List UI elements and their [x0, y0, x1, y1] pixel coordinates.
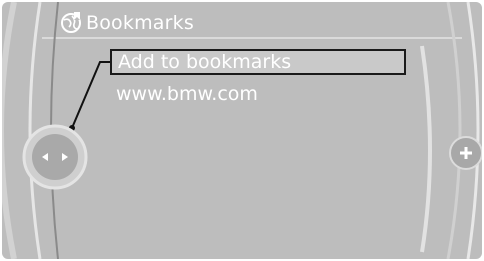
idrive-screen: Bookmarks Add to bookmarks www.bmw.com: [2, 2, 482, 259]
menu-item-label: www.bmw.com: [116, 83, 258, 105]
right-arc-inner: [446, 2, 462, 259]
menu-item-add-to-bookmarks[interactable]: Add to bookmarks: [110, 49, 406, 75]
page-title: Bookmarks: [86, 12, 194, 34]
controller-knob[interactable]: [22, 124, 88, 190]
right-scroll-arc: [420, 45, 432, 253]
menu-item-label: Add to bookmarks: [118, 51, 292, 73]
selection-connector: [71, 61, 110, 129]
left-arc-outer: [2, 2, 17, 259]
add-button[interactable]: [448, 135, 482, 171]
title-bar: Bookmarks: [60, 8, 420, 38]
globe-bookmark-icon: [61, 12, 81, 33]
right-arc-outer: [466, 2, 480, 259]
menu-item-bookmark-bmw[interactable]: www.bmw.com: [110, 81, 406, 107]
